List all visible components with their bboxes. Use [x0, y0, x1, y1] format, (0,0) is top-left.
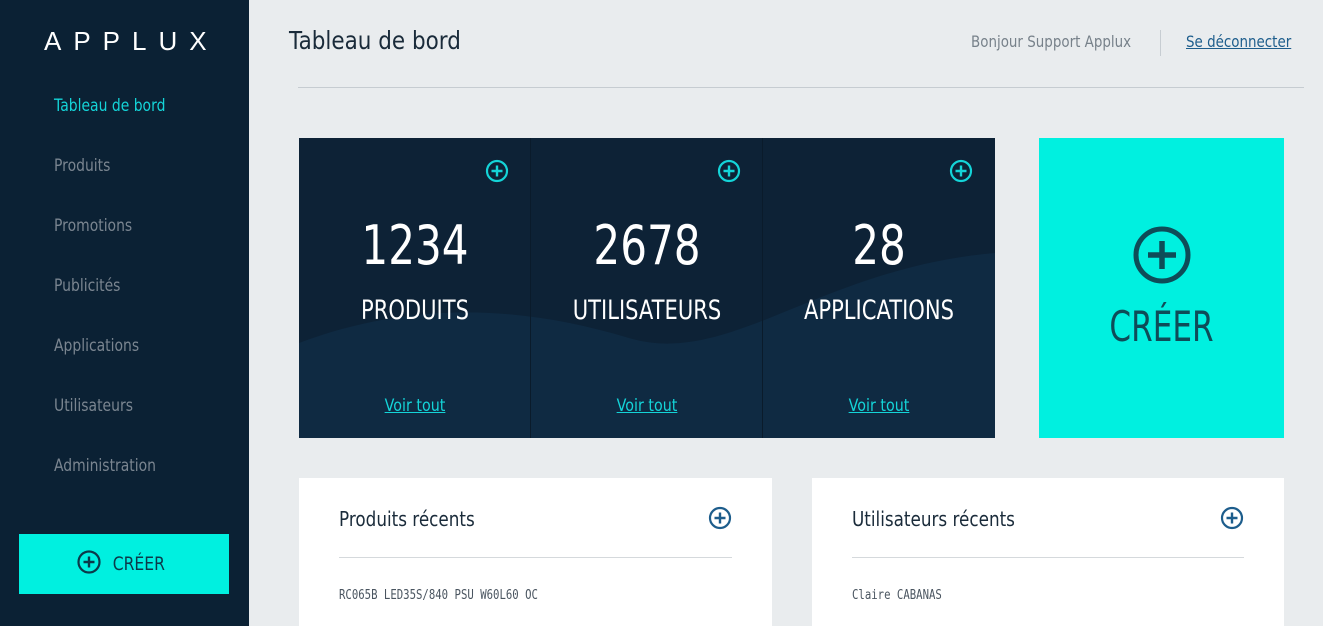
sidebar-item-administration[interactable]: Administration	[54, 456, 156, 476]
plus-circle-icon[interactable]	[708, 506, 732, 535]
stat-label: APPLICATIONS	[803, 295, 955, 326]
logout-link[interactable]: Se déconnecter	[1186, 32, 1291, 51]
sidebar: APPLUX Tableau de bord Produits Promotio…	[0, 0, 249, 626]
sidebar-item-dashboard[interactable]: Tableau de bord	[54, 96, 165, 116]
stat-card-products: 1234 PRODUITS Voir tout	[299, 138, 531, 438]
header-divider	[1160, 30, 1161, 56]
sidebar-item-users[interactable]: Utilisateurs	[54, 396, 133, 416]
stat-value: 28	[852, 214, 906, 277]
view-all-link[interactable]: Voir tout	[550, 396, 745, 416]
stat-value: 1234	[361, 214, 469, 277]
stat-label: PRODUITS	[360, 295, 469, 326]
panel-divider	[852, 557, 1244, 558]
panel-title: Produits récents	[339, 507, 475, 531]
panel-divider	[339, 557, 732, 558]
list-item[interactable]: Claire CABANAS	[852, 588, 942, 603]
stat-card-applications: 28 APPLICATIONS Voir tout	[763, 138, 995, 438]
view-all-link[interactable]: Voir tout	[318, 396, 513, 416]
sidebar-item-applications[interactable]: Applications	[54, 336, 139, 356]
sidebar-create-button[interactable]: CRÉER	[19, 534, 229, 594]
recent-products-panel: Produits récents RC065B LED35S/840 PSU W…	[299, 478, 772, 626]
list-item[interactable]: RC065B LED35S/840 PSU W60L60 OC	[339, 588, 538, 603]
recent-users-panel: Utilisateurs récents Claire CABANAS	[812, 478, 1284, 626]
user-greeting: Bonjour Support Applux	[971, 32, 1132, 51]
stats-panel: 1234 PRODUITS Voir tout 2678 UTILISATEUR…	[299, 138, 995, 438]
plus-circle-icon[interactable]	[1220, 506, 1244, 535]
stat-card-users: 2678 UTILISATEURS Voir tout	[531, 138, 763, 438]
sidebar-create-label: CRÉER	[112, 553, 166, 575]
stat-value: 2678	[593, 214, 701, 277]
plus-circle-icon	[1133, 226, 1191, 289]
plus-circle-icon[interactable]	[717, 159, 741, 188]
app-logo[interactable]: APPLUX	[44, 26, 219, 57]
header-rule	[298, 87, 1304, 88]
sidebar-item-products[interactable]: Produits	[54, 156, 110, 176]
sidebar-item-ads[interactable]: Publicités	[54, 276, 120, 296]
plus-circle-icon[interactable]	[485, 159, 509, 188]
page-title: Tableau de bord	[289, 26, 461, 55]
plus-circle-icon	[77, 549, 101, 579]
stat-label: UTILISATEURS	[572, 295, 722, 326]
sidebar-item-promotions[interactable]: Promotions	[54, 216, 132, 236]
create-card-label: CRÉER	[1109, 302, 1214, 351]
create-card-button[interactable]: CRÉER	[1039, 138, 1284, 438]
view-all-link[interactable]: Voir tout	[782, 396, 977, 416]
plus-circle-icon[interactable]	[949, 159, 973, 188]
panel-title: Utilisateurs récents	[852, 507, 1015, 531]
